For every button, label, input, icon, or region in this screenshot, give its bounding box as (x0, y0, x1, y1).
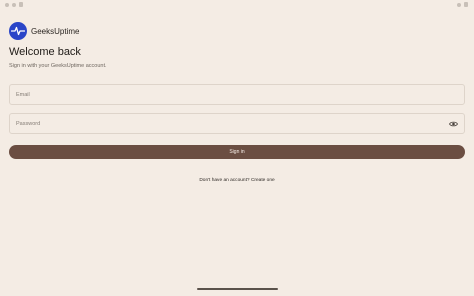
wifi-icon (457, 2, 461, 7)
battery-icon (464, 2, 468, 7)
no-account-text: Don't have an account? (199, 178, 250, 183)
status-notification-icon (12, 2, 16, 7)
status-left (5, 2, 23, 7)
status-bar (0, 0, 474, 9)
pulse-icon (9, 22, 27, 40)
login-screen: GeeksUptime Welcome back Sign in with yo… (0, 0, 474, 296)
create-account-link[interactable]: Create one (251, 178, 275, 183)
home-indicator[interactable] (197, 288, 278, 290)
password-input[interactable] (16, 120, 448, 127)
password-field[interactable] (9, 113, 465, 134)
app-name: GeeksUptime (31, 26, 80, 36)
email-input[interactable] (16, 91, 458, 98)
status-app-icon (19, 2, 23, 7)
email-field[interactable] (9, 84, 465, 105)
brand: GeeksUptime (9, 22, 79, 40)
eye-icon[interactable] (448, 119, 458, 129)
status-right (457, 2, 468, 7)
page-subtitle: Sign in with your GeeksUptime account. (9, 63, 107, 69)
create-account-prompt: Don't have an account? Create one (0, 178, 474, 183)
page-title: Welcome back (9, 46, 81, 58)
sign-in-button[interactable]: Sign in (9, 145, 465, 159)
status-clock-icon (5, 2, 9, 7)
